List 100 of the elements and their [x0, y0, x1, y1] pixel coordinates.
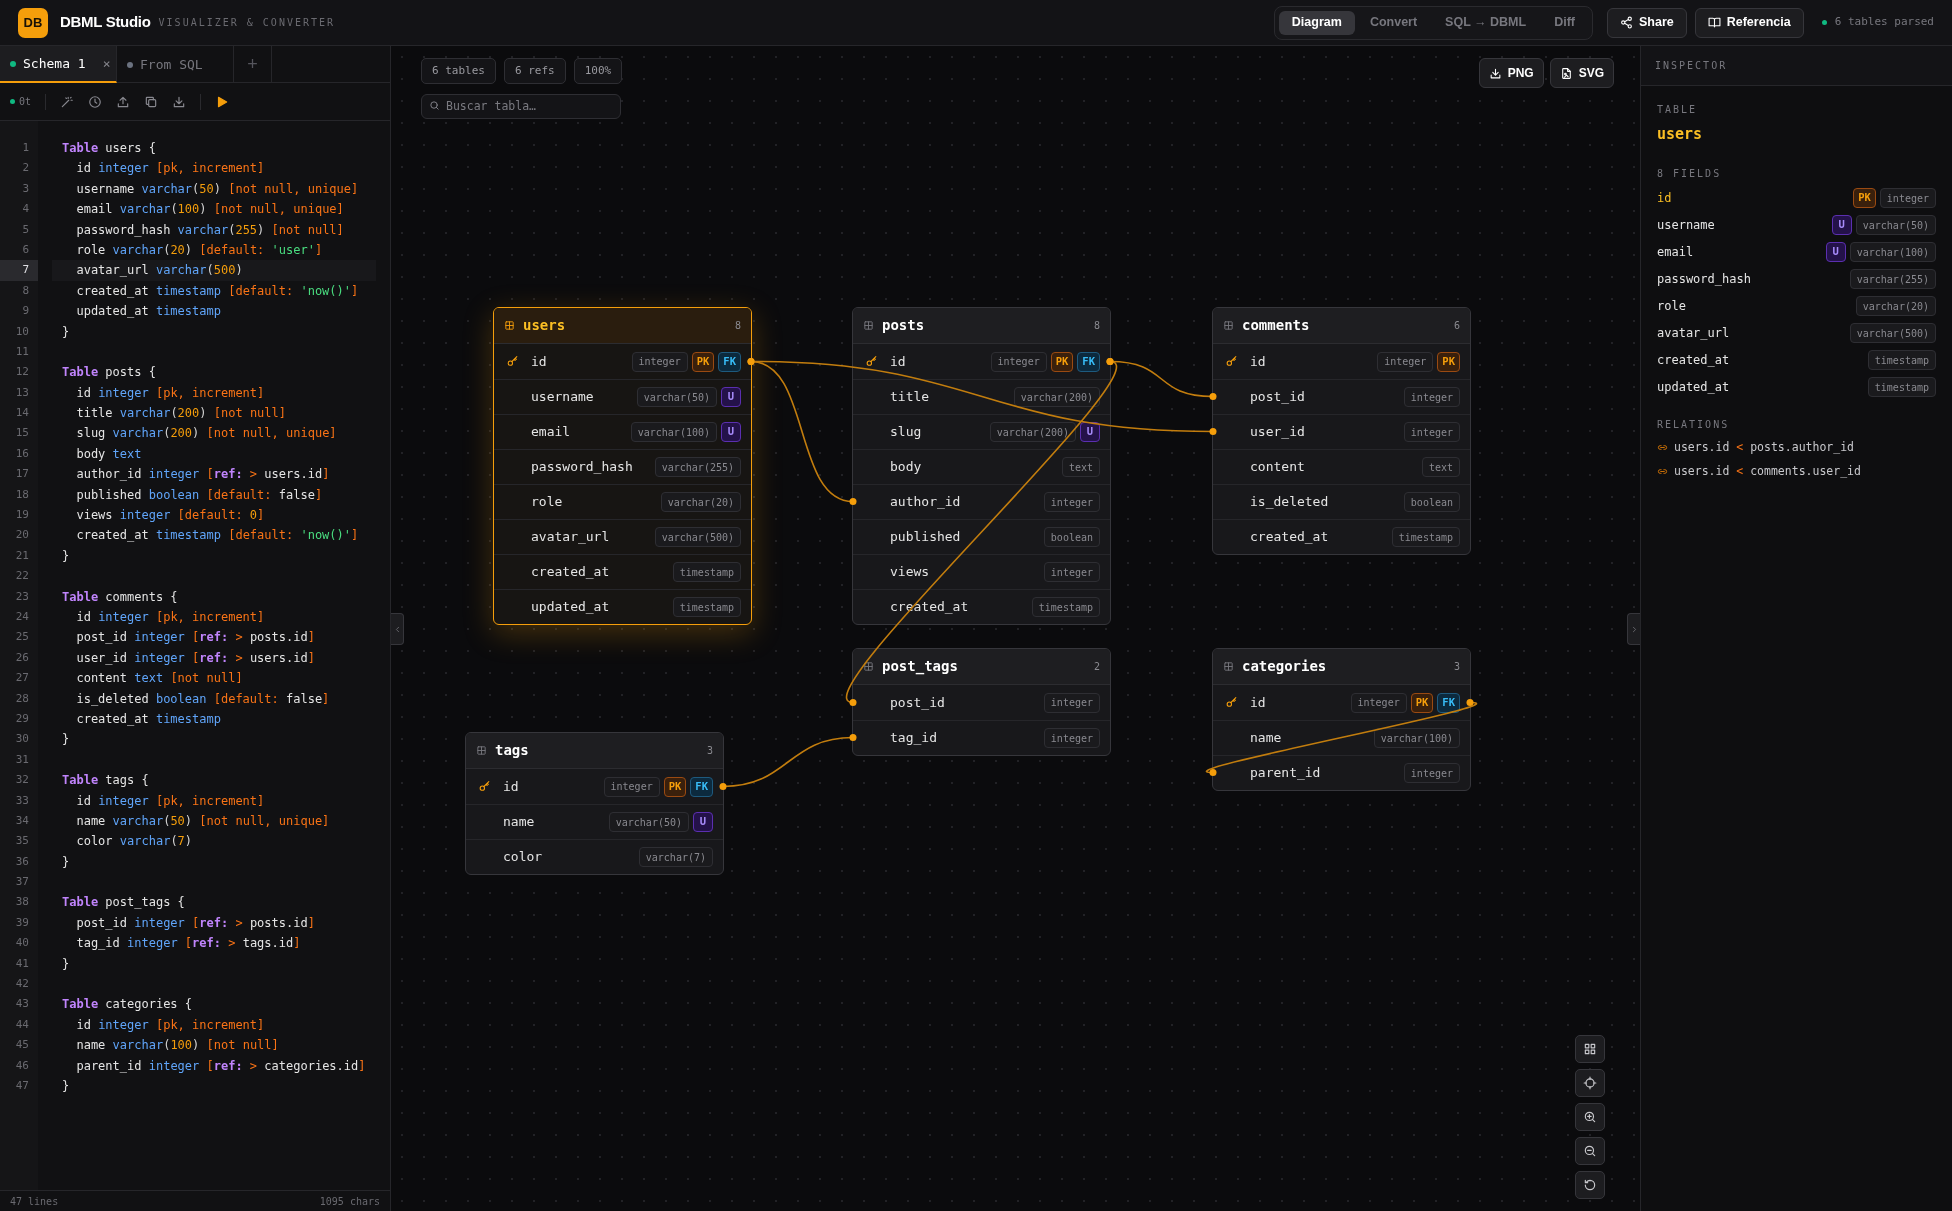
line-number: 45	[14, 1037, 30, 1054]
collapse-left-handle[interactable]	[391, 613, 404, 645]
canvas-control-button[interactable]	[1575, 1069, 1605, 1097]
field-name: name	[503, 813, 536, 832]
field-name: views	[890, 563, 931, 582]
layout-icon	[1583, 1042, 1597, 1056]
table-name: post_tags	[882, 657, 959, 677]
field-name: body	[890, 458, 923, 477]
key-icon	[865, 355, 878, 368]
search-field[interactable]: Buscar tabla…	[421, 93, 621, 119]
search-icon	[429, 100, 440, 111]
table-name: categories	[1242, 657, 1328, 676]
field-count: 3	[706, 744, 713, 758]
code-line: id integer [pk, increment]	[75, 609, 266, 626]
table-card[interactable]: tags 3 id integer PK FK name varchar(50) U color varchar(7)	[465, 732, 724, 875]
file-tab[interactable]: From SQL	[117, 46, 234, 83]
field-name: email	[1657, 244, 1695, 261]
table-card[interactable]: categories 3 id integer PK FK name varchar(100) parent_id integer	[1212, 648, 1471, 791]
field-name: password_hash	[1657, 271, 1752, 288]
canvas-control-button[interactable]	[1575, 1171, 1605, 1199]
history-icon[interactable]	[88, 94, 103, 109]
field-name: author_id	[890, 493, 962, 512]
field-name: tag_id	[890, 729, 938, 748]
code-line: body text	[75, 445, 143, 463]
stat-chip: 100%	[573, 58, 623, 84]
code-line: slug varchar(200) [not null, unique]	[75, 425, 338, 443]
type-badge: integer	[1403, 422, 1460, 442]
field-name: id	[1250, 352, 1267, 371]
code-line: title varchar(200) [not null]	[75, 405, 287, 423]
line-number: 13	[14, 384, 30, 401]
type-badge: integer	[603, 776, 660, 797]
view-tab[interactable]: SQL → DBML	[1432, 10, 1540, 35]
wand-icon[interactable]	[60, 94, 75, 109]
share-button[interactable]: Share	[1606, 7, 1687, 38]
relation-text[interactable]: users.id < comments.user_id	[1674, 462, 1861, 481]
key-badge: U	[1831, 215, 1852, 235]
table-card[interactable]: post_tags 2 post_id integer tag_id integer	[852, 648, 1111, 756]
table-icon	[1223, 320, 1234, 331]
table-icon	[863, 661, 874, 672]
line-number: 20	[14, 527, 30, 544]
share-icon	[1619, 16, 1633, 29]
code-line: user_id integer [ref: > users.id]	[75, 649, 316, 667]
section-label: 8 FIELDS	[1657, 166, 1723, 181]
type-badge: integer	[1879, 188, 1936, 208]
canvas-control-button[interactable]	[1575, 1035, 1605, 1063]
line-number: 42	[14, 976, 30, 992]
key-badge: U	[1825, 242, 1846, 262]
type-badge: varchar(500)	[1849, 323, 1936, 343]
canvas-control-button[interactable]	[1575, 1137, 1605, 1165]
field-name: created_at	[531, 563, 611, 582]
field-name: title	[890, 388, 931, 407]
export-button[interactable]: SVG	[1549, 58, 1614, 88]
run-icon[interactable]	[215, 94, 230, 109]
code-line: username varchar(50) [not null, unique]	[75, 180, 360, 198]
type-badge: integer	[1043, 562, 1100, 582]
code-line: email varchar(100) [not null, unique]	[75, 201, 345, 219]
type-badge: integer	[1043, 728, 1100, 748]
code-line: id integer [pk, increment]	[75, 160, 266, 178]
export-button[interactable]: PNG	[1478, 58, 1544, 88]
code-line: }	[61, 1077, 71, 1095]
table-card[interactable]: users 8 id integer PK FK username varchar(50) U email varchar(100) U password_hash varchar(255) role varchar(20) avatar_url varchar(500) created_at timestamp updated_at timestamp	[493, 307, 752, 625]
line-number: 40	[14, 935, 30, 952]
line-number: 29	[14, 710, 30, 727]
line-number: 44	[14, 1016, 30, 1033]
code-line: is_deleted boolean [default: false]	[75, 690, 331, 708]
canvas-control-button[interactable]	[1575, 1103, 1605, 1131]
view-tab[interactable]: Diagram	[1278, 10, 1355, 35]
code-line: name varchar(50) [not null, unique]	[75, 812, 331, 830]
app-logo: DB	[18, 7, 48, 38]
copy-icon[interactable]	[144, 94, 159, 109]
view-tab[interactable]: Diff	[1541, 10, 1588, 35]
table-icon	[476, 745, 487, 756]
key-badge: U	[693, 812, 713, 832]
type-badge: varchar(50)	[1855, 215, 1936, 235]
reference-button[interactable]: Referencia	[1694, 7, 1804, 38]
field-count: 8	[1093, 319, 1100, 333]
download-icon[interactable]	[172, 94, 187, 109]
file-tab[interactable]: Schema 1 ×	[0, 46, 117, 83]
line-number: 2	[21, 160, 30, 177]
line-number: 37	[14, 874, 30, 891]
field-name: id	[1250, 693, 1267, 712]
table-card[interactable]: comments 6 id integer PK post_id integer user_id integer content text is_deleted boolean created_at timestamp	[1212, 307, 1471, 555]
table-icon	[1223, 661, 1234, 672]
view-tab[interactable]: Convert	[1356, 10, 1431, 35]
line-number: 24	[14, 609, 30, 625]
type-badge: varchar(255)	[654, 457, 741, 477]
type-badge: text	[1061, 457, 1100, 477]
section-label: RELATIONS	[1657, 417, 1731, 432]
line-number: 16	[14, 445, 30, 462]
code-line: role varchar(20) [default: 'user']	[75, 241, 324, 259]
relation-text[interactable]: users.id < posts.author_id	[1674, 438, 1855, 457]
close-icon[interactable]: ×	[102, 53, 111, 74]
collapse-right-handle[interactable]	[1627, 613, 1640, 645]
table-name: users	[1657, 124, 1704, 145]
field-name: email	[531, 423, 572, 442]
type-badge: integer	[1403, 387, 1460, 407]
upload-icon[interactable]	[116, 94, 131, 109]
field-name: user_id	[1250, 423, 1306, 442]
line-number: 8	[21, 282, 30, 299]
field-name: role	[531, 493, 564, 512]
